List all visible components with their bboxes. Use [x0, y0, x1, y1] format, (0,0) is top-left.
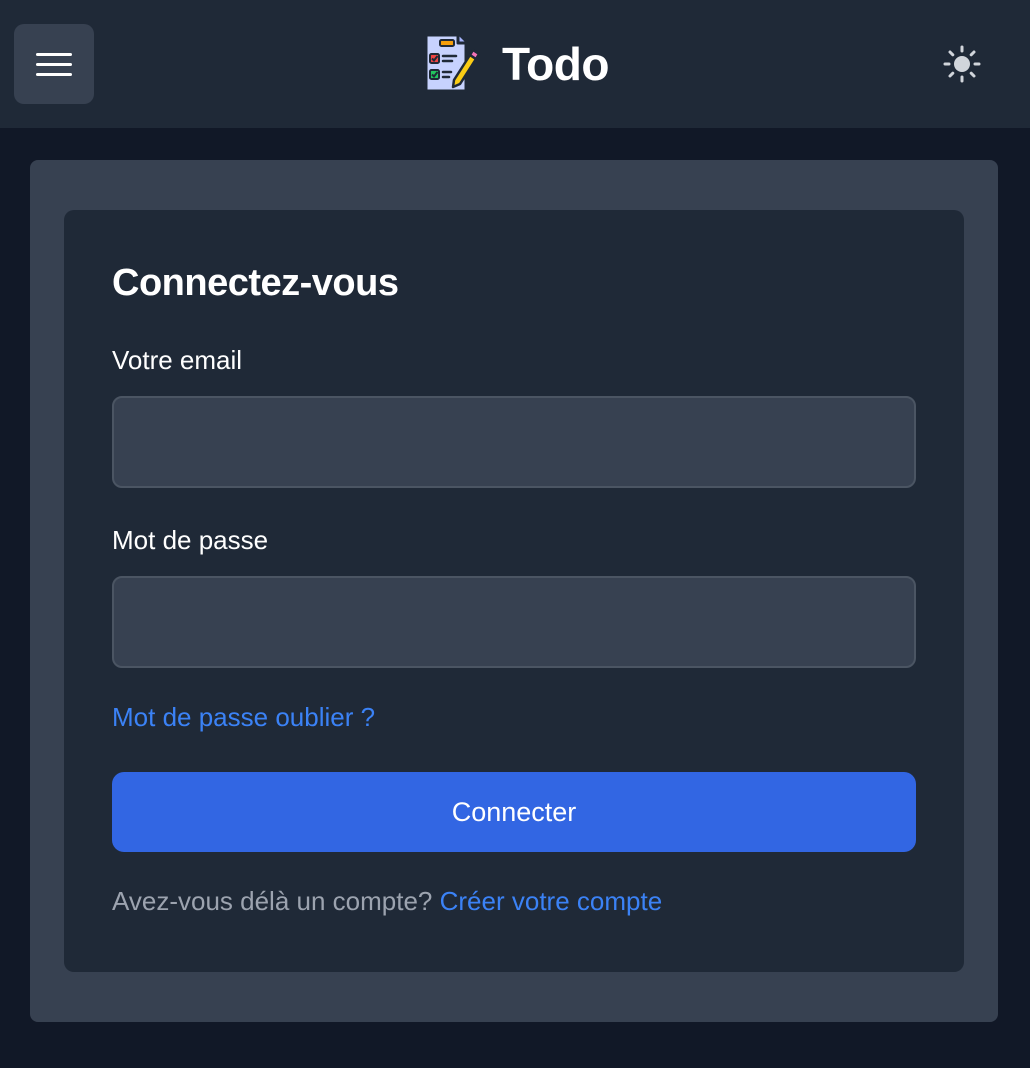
login-card: Connectez-vous Votre email Mot de passe …: [64, 210, 964, 972]
login-panel: Connectez-vous Votre email Mot de passe …: [30, 160, 998, 1022]
menu-button[interactable]: [14, 24, 94, 104]
signup-prompt-line: Avez-vous délà un compte? Créer votre co…: [112, 886, 662, 917]
password-label: Mot de passe: [112, 525, 269, 555]
app-title: Todo: [502, 38, 609, 90]
password-field[interactable]: [112, 576, 916, 668]
signup-prompt-text: Avez-vous délà un compte?: [112, 886, 433, 916]
email-label: Votre email: [112, 345, 243, 375]
sun-icon: [943, 45, 981, 83]
brand[interactable]: Todo: [418, 32, 609, 96]
login-title: Connectez-vous: [112, 262, 399, 304]
connect-button[interactable]: Connecter: [112, 772, 916, 852]
top-navbar: Todo: [0, 0, 1030, 128]
create-account-link[interactable]: Créer votre compte: [440, 886, 663, 916]
email-field[interactable]: [112, 396, 916, 488]
todo-checklist-logo-icon: [424, 33, 480, 93]
theme-toggle-button[interactable]: [940, 42, 984, 86]
forgot-password-link[interactable]: Mot de passe oublier ?: [112, 702, 375, 733]
